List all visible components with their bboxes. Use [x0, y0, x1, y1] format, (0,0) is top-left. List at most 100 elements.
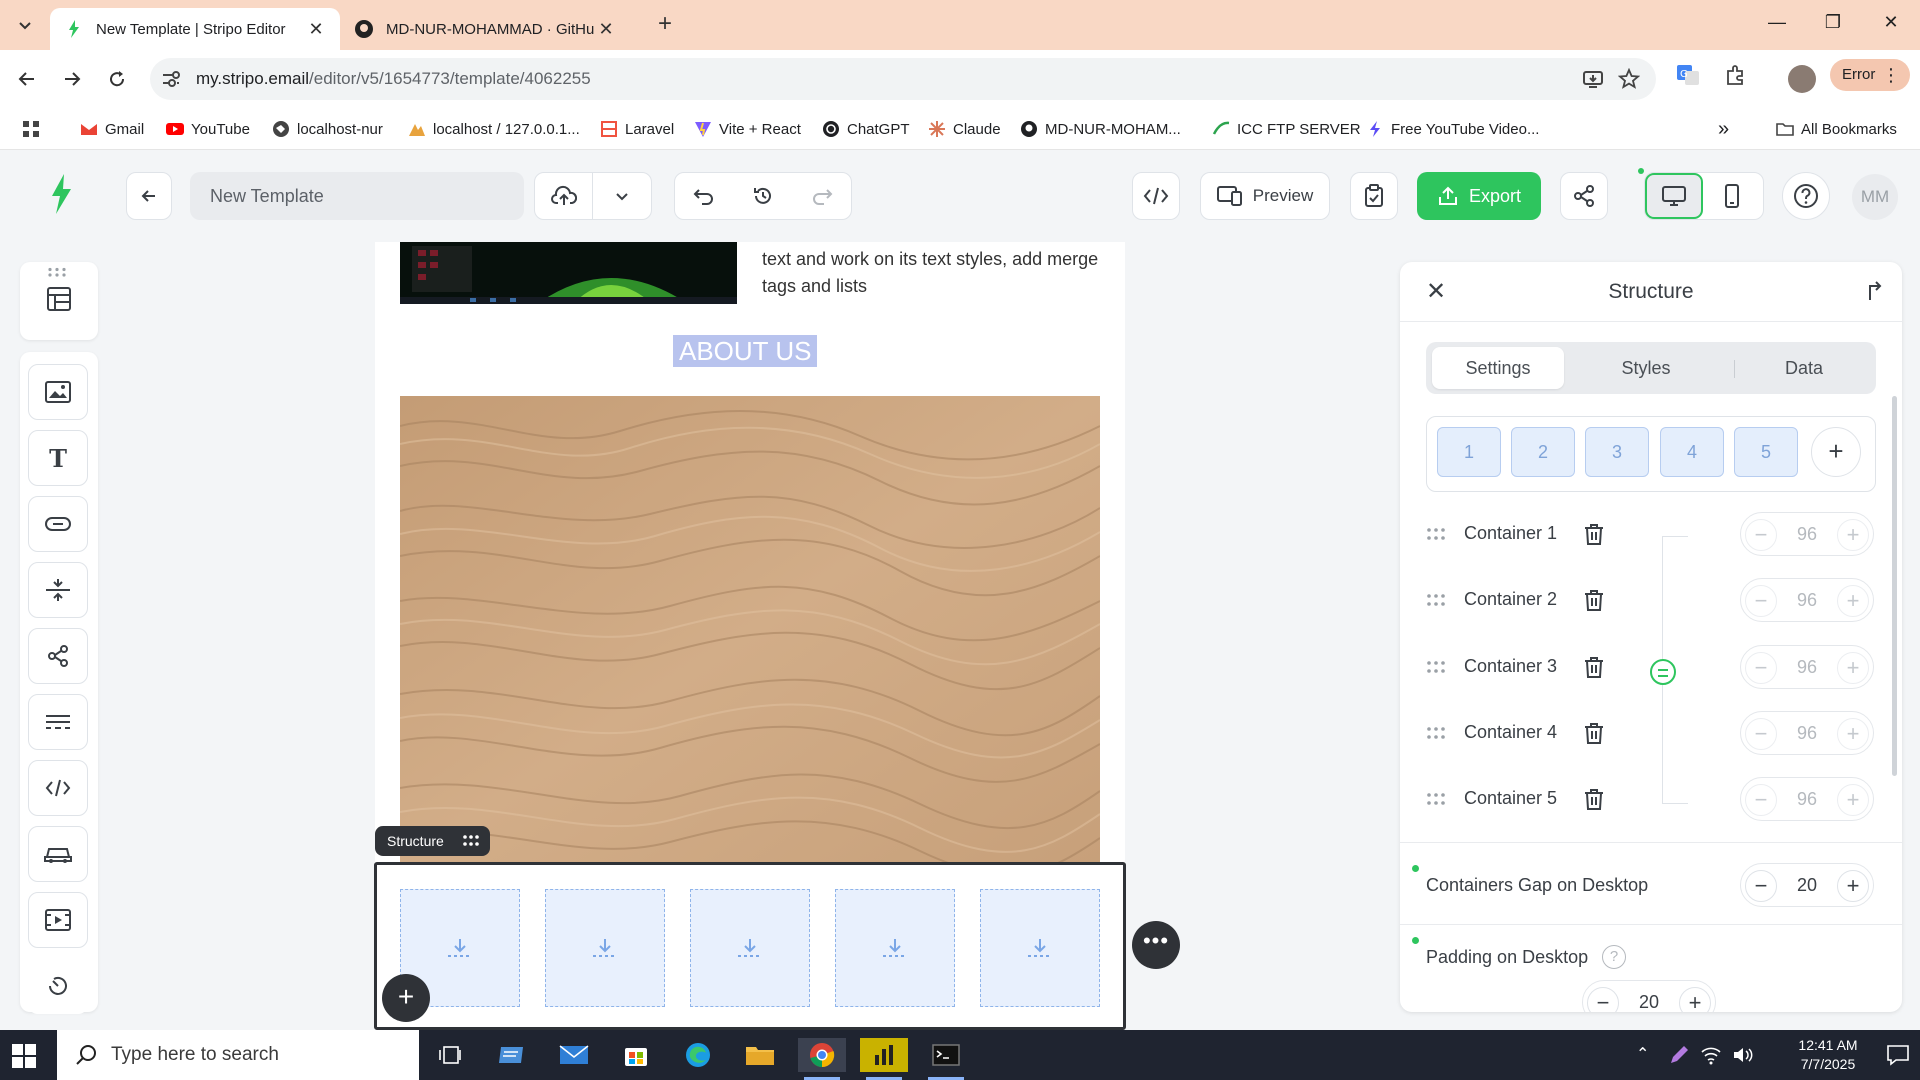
- bookmark-chatgpt[interactable]: ChatGPT: [822, 118, 910, 140]
- bookmark-star-icon[interactable]: [1618, 68, 1640, 90]
- column-count-2[interactable]: 2: [1511, 427, 1575, 477]
- bookmark-vite-react[interactable]: Vite + React: [694, 118, 801, 140]
- width-value[interactable]: 96: [1781, 723, 1833, 744]
- restore-icon[interactable]: ❐: [1818, 12, 1848, 38]
- structure-block[interactable]: [374, 862, 1126, 1030]
- redo-icon[interactable]: [811, 186, 833, 206]
- column-count-1[interactable]: 1: [1437, 427, 1501, 477]
- drag-handle-icon[interactable]: [1426, 526, 1446, 542]
- decrease-button[interactable]: −: [1745, 870, 1777, 902]
- code-editor-button[interactable]: [1132, 172, 1180, 220]
- amp-carousel-block[interactable]: [28, 826, 88, 882]
- social-block[interactable]: [28, 628, 88, 684]
- taskbar-app-powerbi[interactable]: [860, 1038, 908, 1080]
- drag-handle-icon[interactable]: [1426, 791, 1446, 807]
- column-count-4[interactable]: 4: [1660, 427, 1724, 477]
- browser-menu-icon[interactable]: ⋮: [1882, 59, 1900, 91]
- stripo-logo-icon[interactable]: [46, 172, 76, 216]
- all-bookmarks-button[interactable]: All Bookmarks: [1776, 118, 1897, 140]
- select-parent-icon[interactable]: [1862, 280, 1886, 304]
- video-block[interactable]: [28, 892, 88, 948]
- about-us-heading[interactable]: ABOUT US: [673, 335, 818, 367]
- taskbar-search-box[interactable]: Type here to search: [57, 1030, 419, 1080]
- padding-stepper[interactable]: −20 +: [1582, 980, 1716, 1012]
- spacer-block[interactable]: [28, 562, 88, 618]
- image-block[interactable]: [28, 364, 88, 420]
- container-width-stepper[interactable]: −96 +: [1740, 777, 1874, 821]
- increase-button[interactable]: +: [1837, 784, 1869, 816]
- drag-handle-icon[interactable]: [47, 267, 71, 277]
- decrease-button[interactable]: −: [1587, 987, 1619, 1012]
- address-bar[interactable]: my.stripo.email/editor/v5/1654773/templa…: [150, 58, 1656, 100]
- decrease-button[interactable]: −: [1745, 519, 1777, 551]
- user-avatar[interactable]: MM: [1852, 174, 1898, 220]
- translate-extension-icon[interactable]: G: [1676, 63, 1700, 87]
- container-width-stepper[interactable]: −96 +: [1740, 645, 1874, 689]
- column-count-5[interactable]: 5: [1734, 427, 1798, 477]
- decrease-button[interactable]: −: [1745, 585, 1777, 617]
- more-actions-button[interactable]: •••: [1132, 921, 1180, 969]
- width-value[interactable]: 96: [1781, 657, 1833, 678]
- bookmark-github[interactable]: MD-NUR-MOHAM...: [1020, 118, 1181, 140]
- tab-github[interactable]: MD-NUR-MOHAMMAD · GitHu ✕: [340, 8, 630, 50]
- container-drop-zone-2[interactable]: [545, 889, 665, 1007]
- containers-gap-stepper[interactable]: −20 +: [1740, 863, 1874, 907]
- drag-handle-icon[interactable]: [1426, 592, 1446, 608]
- increase-button[interactable]: +: [1837, 585, 1869, 617]
- close-window-icon[interactable]: ✕: [1876, 12, 1906, 38]
- apps-grid-icon[interactable]: [22, 120, 40, 138]
- panel-scrollbar[interactable]: [1892, 396, 1897, 776]
- add-block-button[interactable]: +: [382, 974, 430, 1022]
- structure-tag[interactable]: Structure: [375, 826, 490, 856]
- export-button[interactable]: Export: [1417, 172, 1541, 220]
- save-cloud-button[interactable]: [535, 173, 593, 219]
- timer-block[interactable]: [28, 958, 88, 1014]
- bookmark-icc-ftp[interactable]: ICC FTP SERVER: [1212, 118, 1361, 140]
- taskbar-app-store[interactable]: [612, 1038, 660, 1072]
- container-width-stepper[interactable]: −96 +: [1740, 512, 1874, 556]
- screenshot-image[interactable]: [400, 242, 737, 304]
- padding-help-icon[interactable]: ?: [1602, 945, 1626, 969]
- trash-icon[interactable]: [1582, 588, 1606, 612]
- site-info-icon[interactable]: [160, 68, 182, 90]
- container-width-stepper[interactable]: −96 +: [1740, 578, 1874, 622]
- increase-button[interactable]: +: [1679, 987, 1711, 1012]
- new-tab-button[interactable]: +: [652, 12, 678, 38]
- bookmark-localhost-pma[interactable]: localhost / 127.0.0.1...: [408, 118, 580, 140]
- container-width-stepper[interactable]: −96 +: [1740, 711, 1874, 755]
- windows-start-icon[interactable]: [10, 1042, 38, 1070]
- width-value[interactable]: 96: [1781, 590, 1833, 611]
- profile-avatar[interactable]: [1788, 65, 1816, 93]
- extensions-puzzle-icon[interactable]: [1724, 63, 1748, 87]
- volume-icon[interactable]: [1732, 1044, 1754, 1066]
- reload-icon[interactable]: [102, 64, 132, 94]
- tab-stripo-editor[interactable]: New Template | Stripo Editor ✕: [50, 8, 340, 50]
- taskbar-app-notes[interactable]: [488, 1038, 536, 1072]
- trash-icon[interactable]: [1582, 522, 1606, 546]
- increase-button[interactable]: +: [1837, 870, 1869, 902]
- notifications-icon[interactable]: [1886, 1044, 1910, 1066]
- email-body-text[interactable]: text and work on its text styles, add me…: [762, 246, 1112, 300]
- mobile-view-button[interactable]: [1703, 173, 1761, 219]
- padding-value[interactable]: 20: [1623, 992, 1675, 1012]
- save-options-button[interactable]: [593, 173, 651, 219]
- bookmark-claude[interactable]: Claude: [928, 118, 1001, 140]
- increase-button[interactable]: +: [1837, 652, 1869, 684]
- increase-button[interactable]: +: [1837, 519, 1869, 551]
- html-block[interactable]: [28, 760, 88, 816]
- decrease-button[interactable]: −: [1745, 784, 1777, 816]
- container-drop-zone-5[interactable]: [980, 889, 1100, 1007]
- tab-close-icon[interactable]: ✕: [306, 19, 326, 39]
- width-value[interactable]: 96: [1781, 524, 1833, 545]
- tab-styles[interactable]: Styles: [1578, 347, 1714, 389]
- taskbar-app-terminal[interactable]: [922, 1038, 970, 1080]
- add-container-button[interactable]: +: [1811, 427, 1861, 477]
- test-checklist-button[interactable]: [1350, 172, 1398, 220]
- drag-handle-icon[interactable]: [1426, 659, 1446, 675]
- decrease-button[interactable]: −: [1745, 718, 1777, 750]
- desktop-view-button[interactable]: [1645, 173, 1703, 219]
- container-drop-zone-3[interactable]: [690, 889, 810, 1007]
- undo-icon[interactable]: [693, 186, 715, 206]
- bookmark-youtube[interactable]: YouTube: [166, 118, 250, 140]
- more-bookmarks-icon[interactable]: »: [1718, 118, 1729, 140]
